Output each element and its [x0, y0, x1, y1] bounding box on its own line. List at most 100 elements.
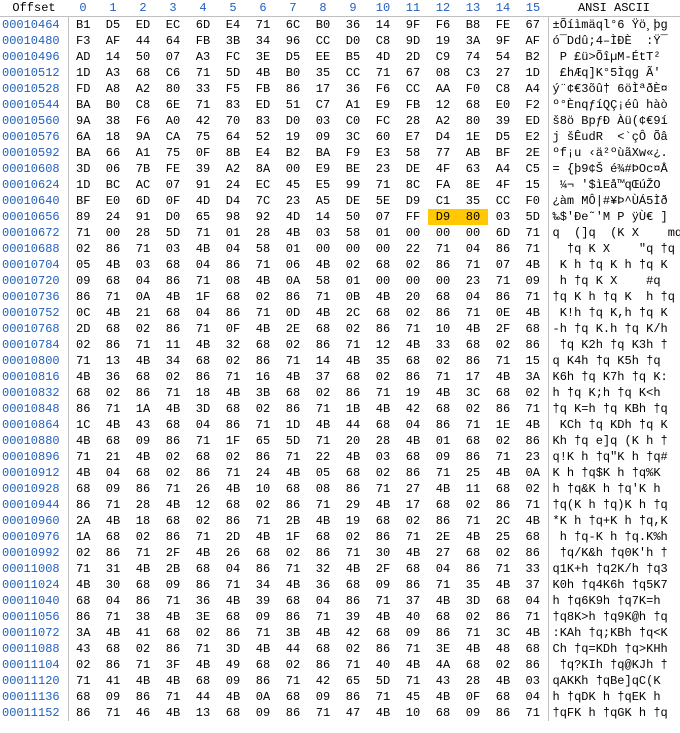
hex-cell[interactable]: A2 [218, 161, 248, 177]
hex-cell[interactable]: 36 [338, 81, 368, 97]
hex-cell[interactable]: 36 [338, 17, 368, 34]
hex-cell[interactable]: 4B [488, 465, 518, 481]
hex-cell[interactable]: DE [338, 193, 368, 209]
hex-cell[interactable]: 03 [158, 241, 188, 257]
offset-cell[interactable]: 00010608 [0, 161, 68, 177]
hex-cell[interactable]: 14 [98, 49, 128, 65]
hex-cell[interactable]: 86 [458, 561, 488, 577]
hex-cell[interactable]: 71 [308, 705, 338, 721]
hex-cell[interactable]: 1F [188, 289, 218, 305]
hex-cell[interactable]: 86 [458, 353, 488, 369]
hex-cell[interactable]: FA [428, 177, 458, 193]
hex-cell[interactable]: 86 [398, 465, 428, 481]
hex-cell[interactable]: 9A [128, 129, 158, 145]
hex-cell[interactable]: 04 [518, 593, 548, 609]
hex-cell[interactable]: 02 [488, 433, 518, 449]
hex-cell[interactable]: 11 [158, 337, 188, 353]
hex-cell[interactable]: 37 [518, 577, 548, 593]
hex-cell[interactable]: 86 [278, 81, 308, 97]
hex-cell[interactable]: 8E [458, 177, 488, 193]
hex-cell[interactable]: 09 [128, 433, 158, 449]
hex-cell[interactable]: C9 [428, 49, 458, 65]
hex-cell[interactable]: D4 [218, 193, 248, 209]
hex-cell[interactable]: 4B [398, 657, 428, 673]
hex-cell[interactable]: 6C [278, 17, 308, 34]
hex-cell[interactable]: BC [98, 177, 128, 193]
hex-cell[interactable]: 86 [518, 657, 548, 673]
offset-cell[interactable]: 00010992 [0, 545, 68, 561]
hex-cell[interactable]: 0A [128, 289, 158, 305]
ascii-cell[interactable]: K!h †q K,h †q K [548, 305, 680, 321]
hex-cell[interactable]: F0 [518, 193, 548, 209]
hex-cell[interactable]: 35 [458, 193, 488, 209]
hex-cell[interactable]: 68 [488, 593, 518, 609]
hex-cell[interactable]: 42 [188, 113, 218, 129]
hex-cell[interactable]: 09 [308, 129, 338, 145]
hex-cell[interactable]: 86 [188, 465, 218, 481]
table-row[interactable]: 000106083D067BFE39A28A00E9BE23DE4F63A4C5… [0, 161, 680, 177]
offset-cell[interactable]: 00011152 [0, 705, 68, 721]
hex-cell[interactable]: 13 [188, 705, 218, 721]
hex-cell[interactable]: 20 [398, 289, 428, 305]
hex-cell[interactable]: 9F [488, 33, 518, 49]
hex-cell[interactable]: 86 [278, 497, 308, 513]
hex-cell[interactable]: 68 [188, 673, 218, 689]
ascii-cell[interactable]: *K h †q+K h †q,K [548, 513, 680, 529]
hex-cell[interactable]: 19 [338, 513, 368, 529]
hex-cell[interactable]: 08 [218, 273, 248, 289]
hex-cell[interactable]: F3 [68, 33, 98, 49]
hex-cell[interactable]: 01 [278, 241, 308, 257]
hex-cell[interactable]: 4B [68, 369, 98, 385]
hex-cell[interactable]: 68 [158, 417, 188, 433]
hex-cell[interactable]: 86 [218, 257, 248, 273]
hex-cell[interactable]: 4B [428, 385, 458, 401]
hex-cell[interactable]: 58 [308, 273, 338, 289]
hex-cell[interactable]: 17 [398, 497, 428, 513]
hex-cell[interactable]: 02 [128, 529, 158, 545]
hex-cell[interactable]: 33 [428, 337, 458, 353]
offset-cell[interactable]: 00010496 [0, 49, 68, 65]
hex-cell[interactable]: 02 [158, 465, 188, 481]
hex-cell[interactable]: 65 [338, 673, 368, 689]
hex-cell[interactable]: 71 [458, 305, 488, 321]
hex-cell[interactable]: 09 [68, 273, 98, 289]
hex-cell[interactable]: 4B [98, 257, 128, 273]
hex-cell[interactable]: 32 [308, 561, 338, 577]
ascii-cell[interactable]: h †q6K9h †q7K=h [548, 593, 680, 609]
hex-cell[interactable]: 27 [398, 481, 428, 497]
hex-cell[interactable]: 35 [308, 65, 338, 81]
hex-cell[interactable]: 09 [248, 609, 278, 625]
ascii-cell[interactable]: K h †q$K h †q%K [548, 465, 680, 481]
hex-cell[interactable]: 68 [98, 273, 128, 289]
hex-cell[interactable]: 86 [428, 513, 458, 529]
hex-cell[interactable]: E0 [488, 97, 518, 113]
hex-cell[interactable]: 39 [338, 609, 368, 625]
hex-cell[interactable]: 86 [278, 289, 308, 305]
hex-cell[interactable]: 71 [68, 353, 98, 369]
hex-cell[interactable]: 71 [398, 529, 428, 545]
hex-cell[interactable]: 68 [458, 97, 488, 113]
ascii-cell[interactable]: †q K X "q †q [548, 241, 680, 257]
ascii-cell[interactable]: ó¯Ddû;4–ÌÐÈ :Ÿ¯ [548, 33, 680, 49]
hex-cell[interactable]: 68 [158, 513, 188, 529]
offset-cell[interactable]: 00011136 [0, 689, 68, 705]
hex-cell[interactable]: 91 [128, 209, 158, 225]
ascii-cell[interactable]: j šÊudR <`çÔ Õâ [548, 129, 680, 145]
hex-cell[interactable]: 1C [68, 417, 98, 433]
hex-cell[interactable]: 68 [218, 401, 248, 417]
hex-cell[interactable]: 71 [518, 225, 548, 241]
hex-cell[interactable]: 52 [248, 129, 278, 145]
table-row[interactable]: 0001100871314B2B68048671324B2F6804867133… [0, 561, 680, 577]
hex-cell[interactable]: 8A [248, 161, 278, 177]
hex-cell[interactable]: 71 [98, 705, 128, 721]
offset-cell[interactable]: 00010864 [0, 417, 68, 433]
hex-cell[interactable]: 71 [98, 497, 128, 513]
hex-cell[interactable]: 11 [458, 481, 488, 497]
offset-cell[interactable]: 00010720 [0, 273, 68, 289]
hex-cell[interactable]: 71 [218, 577, 248, 593]
ascii-cell[interactable]: -h †q K.h †q K/h [548, 321, 680, 337]
hex-cell[interactable]: F6 [428, 17, 458, 34]
hex-cell[interactable]: 63 [458, 161, 488, 177]
hex-cell[interactable]: 01 [368, 225, 398, 241]
hex-cell[interactable]: 2F [488, 321, 518, 337]
